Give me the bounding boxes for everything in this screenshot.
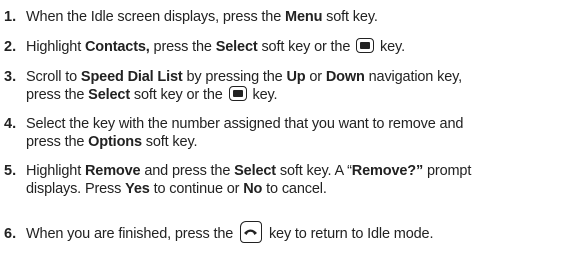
step-line: When the Idle screen displays, press the… bbox=[26, 8, 561, 26]
bold-term: Options bbox=[88, 134, 142, 150]
step-line: press the Options soft key. bbox=[26, 133, 561, 151]
text-run: key. bbox=[376, 39, 405, 55]
step-number: 1. bbox=[4, 9, 17, 25]
step-text: Highlight Remove and press the Select so… bbox=[26, 162, 561, 198]
bold-term: Remove?” bbox=[351, 163, 424, 179]
step-text: When you are finished, press the key to … bbox=[26, 221, 561, 246]
text-run: to cancel. bbox=[262, 181, 327, 197]
bold-term: Up bbox=[286, 69, 306, 85]
text-run: prompt bbox=[423, 163, 472, 179]
text-run: soft key or the bbox=[130, 87, 227, 103]
step-text: When the Idle screen displays, press the… bbox=[26, 8, 561, 26]
step-number: 4. bbox=[4, 116, 17, 132]
step-line: press the Select soft key or the key. bbox=[26, 86, 561, 104]
bold-term: Select bbox=[88, 87, 130, 103]
bold-term: No bbox=[243, 181, 263, 197]
end-key-icon bbox=[240, 221, 263, 243]
text-run: key. bbox=[248, 87, 278, 103]
step-line: Highlight Remove and press the Select so… bbox=[26, 162, 561, 180]
text-run: press the bbox=[149, 39, 216, 55]
text-run: displays. Press bbox=[26, 181, 126, 197]
text-run: press the bbox=[26, 134, 89, 150]
text-run: or bbox=[305, 69, 326, 85]
step-text: Scroll to Speed Dial List by pressing th… bbox=[26, 68, 561, 104]
step-text: Select the key with the number assigned … bbox=[26, 115, 561, 151]
step-number: 6. bbox=[4, 226, 17, 242]
text-run: navigation key, bbox=[364, 69, 463, 85]
step-line: Scroll to Speed Dial List by pressing th… bbox=[26, 68, 561, 86]
bold-term: Yes bbox=[125, 181, 150, 197]
instruction-list: 1. When the Idle screen displays, press … bbox=[0, 0, 566, 254]
text-run: soft key. bbox=[141, 134, 198, 150]
text-run: Scroll to bbox=[26, 69, 81, 85]
bold-term: Contacts, bbox=[84, 39, 150, 55]
text-run: press the bbox=[26, 87, 89, 103]
step-line: When you are finished, press the key to … bbox=[26, 221, 561, 246]
text-run: key to return to Idle mode. bbox=[265, 226, 434, 242]
text-run: Highlight bbox=[26, 39, 85, 55]
step-line: Select the key with the number assigned … bbox=[26, 115, 561, 133]
text-run: Select the key with the number assigned … bbox=[26, 116, 464, 132]
text-run: When you are finished, press the bbox=[26, 226, 238, 242]
step-number: 3. bbox=[4, 69, 17, 85]
text-run: soft key or the bbox=[257, 39, 355, 55]
text-run: soft key. bbox=[322, 9, 378, 25]
step-text: Highlight Contacts, press the Select sof… bbox=[26, 38, 561, 56]
step-number: 2. bbox=[4, 39, 17, 55]
bold-term: Remove bbox=[84, 163, 141, 179]
text-run: soft key. A “ bbox=[275, 163, 352, 179]
select-key-icon bbox=[356, 38, 375, 53]
text-run: Highlight bbox=[26, 163, 85, 179]
bold-term: Select bbox=[215, 39, 258, 55]
step-line: displays. Press Yes to continue or No to… bbox=[26, 180, 561, 198]
text-run: and press the bbox=[140, 163, 235, 179]
bold-term: Menu bbox=[285, 9, 323, 25]
bold-term: Select bbox=[234, 163, 276, 179]
bold-term: Down bbox=[325, 69, 365, 85]
bold-term: Speed Dial List bbox=[80, 69, 183, 85]
select-key-icon bbox=[228, 86, 247, 101]
text-run: by pressing the bbox=[182, 69, 287, 85]
step-number: 5. bbox=[4, 163, 17, 179]
text-run: to continue or bbox=[149, 181, 244, 197]
text-run: When the Idle screen displays, press the bbox=[26, 9, 286, 25]
step-line: Highlight Contacts, press the Select sof… bbox=[26, 38, 561, 56]
